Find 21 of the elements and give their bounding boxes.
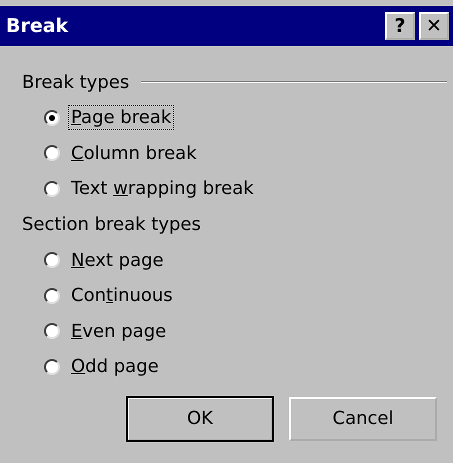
help-button[interactable]: ? bbox=[385, 12, 415, 40]
ok-button[interactable]: OK bbox=[127, 396, 273, 440]
radio-label[interactable]: Page break bbox=[68, 105, 174, 130]
radio-button[interactable] bbox=[44, 252, 60, 268]
radio-label[interactable]: Next page bbox=[68, 248, 167, 273]
cancel-button[interactable]: Cancel bbox=[289, 396, 437, 440]
radio-button[interactable] bbox=[44, 145, 60, 162]
radio-label[interactable]: Even page bbox=[68, 318, 170, 344]
radio-button[interactable] bbox=[44, 358, 60, 375]
radio-button[interactable] bbox=[44, 180, 60, 197]
radio-label[interactable]: Column break bbox=[68, 140, 200, 166]
radio-label[interactable]: Odd page bbox=[68, 354, 162, 380]
radio-label[interactable]: Continuous bbox=[68, 283, 176, 308]
radio-button[interactable] bbox=[44, 323, 60, 340]
group-heading: Break types bbox=[22, 72, 130, 92]
window-title: Break bbox=[6, 15, 70, 37]
radio-label[interactable]: Text wrapping break bbox=[68, 176, 257, 202]
group-heading: Section break types bbox=[22, 214, 201, 235]
radio-button[interactable] bbox=[44, 288, 60, 304]
radio-button[interactable] bbox=[44, 110, 60, 126]
close-button[interactable]: ✕ bbox=[419, 12, 449, 40]
